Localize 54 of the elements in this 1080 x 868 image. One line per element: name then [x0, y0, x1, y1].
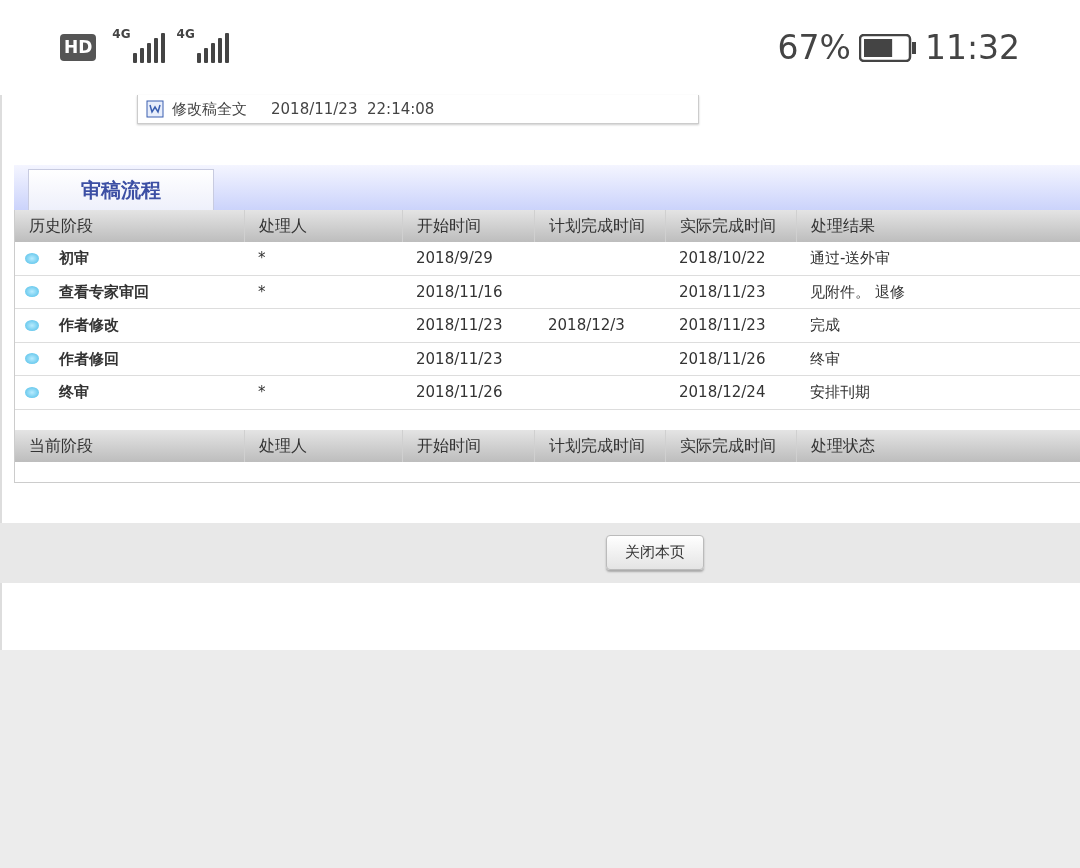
column-header: 处理人 [244, 429, 402, 462]
document-icon [146, 100, 164, 118]
table-cell-text: 通过-送外审 [809, 248, 892, 269]
table-cell-text: 2018/10/22 [678, 248, 767, 269]
column-header: 开始时间 [402, 210, 534, 242]
stage-name-cell-text: 终审 [58, 382, 89, 403]
column-header: 开始时间 [402, 429, 534, 462]
column-header: 实际完成时间 [665, 429, 796, 462]
battery-percent: 67% [777, 26, 851, 69]
close-page-button[interactable]: 关闭本页 [606, 535, 704, 570]
column-header: 当前阶段 [28, 434, 94, 457]
column-header: 处理结果 [796, 210, 1080, 242]
stage-name-cell-text: 作者修回 [58, 348, 119, 370]
table-cell-text: 2018/11/23 [678, 315, 767, 336]
table-cell-text: * [257, 382, 267, 403]
table-cell-text: 2018/11/26 [678, 348, 767, 370]
signal-icon [132, 32, 165, 63]
column-header: 历史阶段 [28, 215, 94, 237]
stage-name-cell-text: 初审 [58, 248, 89, 269]
table-cell-text: 安排刊期 [809, 382, 871, 403]
hd-indicator: HD [60, 33, 97, 62]
table-cell-text: 见附件。 退修 [809, 281, 906, 303]
stage-name-cell-text: 查看专家审回 [58, 281, 149, 303]
table-cell-text: 2018/12/3 [547, 315, 626, 336]
bullet-icon [25, 353, 39, 365]
table-cell-text: 2018/11/26 [415, 382, 504, 403]
column-header: 计划完成时间 [534, 210, 665, 242]
column-header: 实际完成时间 [665, 210, 796, 242]
table-cell-text: 2018/11/23 [415, 315, 504, 336]
table-cell-text: 2018/12/24 [678, 382, 767, 403]
signal-icon [196, 32, 229, 63]
bullet-icon [25, 319, 39, 331]
bullet-icon [25, 286, 39, 298]
network-type-label: 4G [176, 28, 195, 40]
tab[interactable]: 审稿流程 [28, 169, 214, 210]
table-cell-text: * [257, 281, 267, 303]
battery-icon [858, 33, 917, 62]
clock: 11:32 [924, 26, 1020, 69]
bullet-icon [25, 252, 39, 264]
attachment-timestamp: 2018/11/23 22:14:08 [271, 98, 435, 120]
table-cell-text: 2018/9/29 [415, 248, 494, 269]
column-header: 处理人 [244, 210, 402, 242]
bullet-icon [25, 386, 39, 398]
table-cell-text: 完成 [809, 315, 841, 336]
table-cell-text: * [257, 248, 267, 269]
table-cell-text: 2018/11/23 [678, 281, 767, 303]
column-header: 计划完成时间 [534, 429, 665, 462]
attachment-link[interactable]: 修改稿全文 [172, 97, 247, 121]
table-cell-text: 终审 [809, 348, 841, 370]
stage-name-cell-text: 作者修改 [58, 315, 119, 336]
network-type-label: 4G [112, 28, 131, 40]
column-header: 处理状态 [796, 429, 1080, 462]
table-cell-text: 2018/11/23 [415, 348, 504, 370]
table-cell-text: 2018/11/16 [415, 281, 504, 303]
